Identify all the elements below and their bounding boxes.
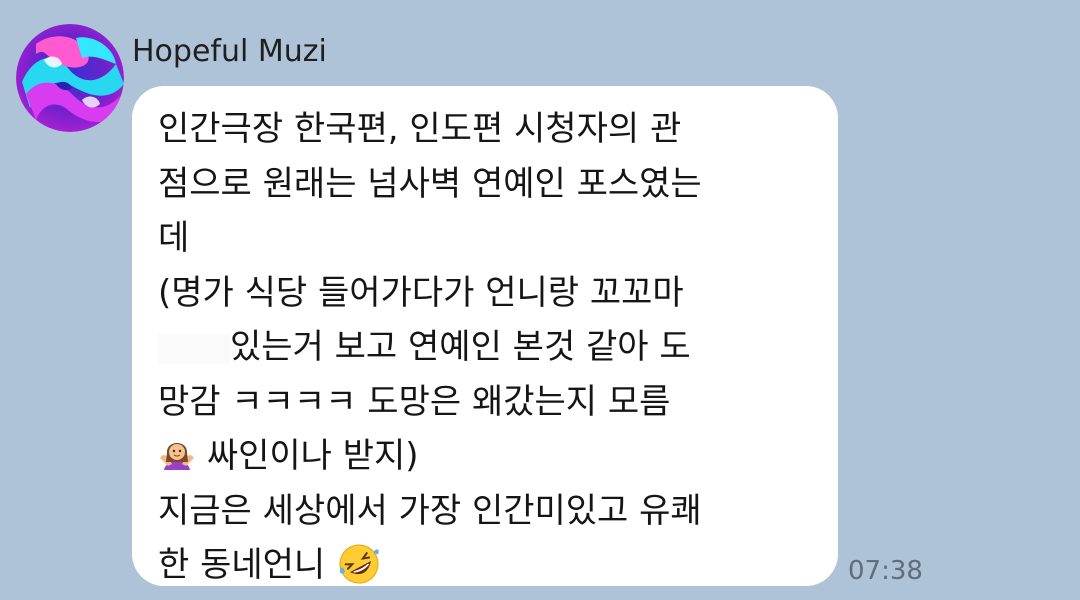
sender-avatar[interactable] — [16, 24, 124, 132]
message-line: 데 — [158, 218, 190, 258]
message-timestamp: 07:38 — [848, 556, 923, 586]
message-line: (명가 식당 들어가다가 언니랑 꼬꼬마 — [158, 272, 684, 313]
message-line: 점으로 원래는 넘사벽 연예인 포스였는 — [158, 163, 702, 204]
shrugging-woman-emoji — [158, 436, 196, 474]
rolling-on-floor-laughing-emoji — [336, 541, 382, 587]
message-bubble[interactable]: 인간극장 한국편, 인도편 시청자의 관 점으로 원래는 넘사벽 연예인 포스였… — [132, 86, 838, 586]
message-line-with-emoji: 한 동네언니 — [158, 538, 812, 593]
message-line-with-redaction: 있는거 보고 연예인 본것 같아 도 — [158, 320, 812, 375]
message-line-with-emoji: 싸인이나 받지) — [158, 429, 812, 484]
redacted-text-blur — [158, 333, 230, 364]
message-line-text: 한 동네언니 — [158, 545, 326, 585]
message-line: 망감 ㅋㅋㅋㅋ 도망은 왜갔는지 모름 — [158, 381, 671, 422]
message-line-text: 싸인이나 받지) — [206, 436, 419, 476]
message-line: 지금은 세상에서 가장 인간미있고 유쾌 — [158, 490, 702, 531]
chat-message-row: Hopeful Muzi 인간극장 한국편, 인도편 시청자의 관 점으로 원래… — [0, 0, 1080, 600]
swirl-avatar-icon — [16, 24, 124, 132]
sender-name[interactable]: Hopeful Muzi — [132, 32, 327, 72]
message-line: 인간극장 한국편, 인도편 시청자의 관 — [158, 109, 682, 149]
message-line-text: 있는거 보고 연예인 본것 같아 도 — [230, 327, 691, 367]
